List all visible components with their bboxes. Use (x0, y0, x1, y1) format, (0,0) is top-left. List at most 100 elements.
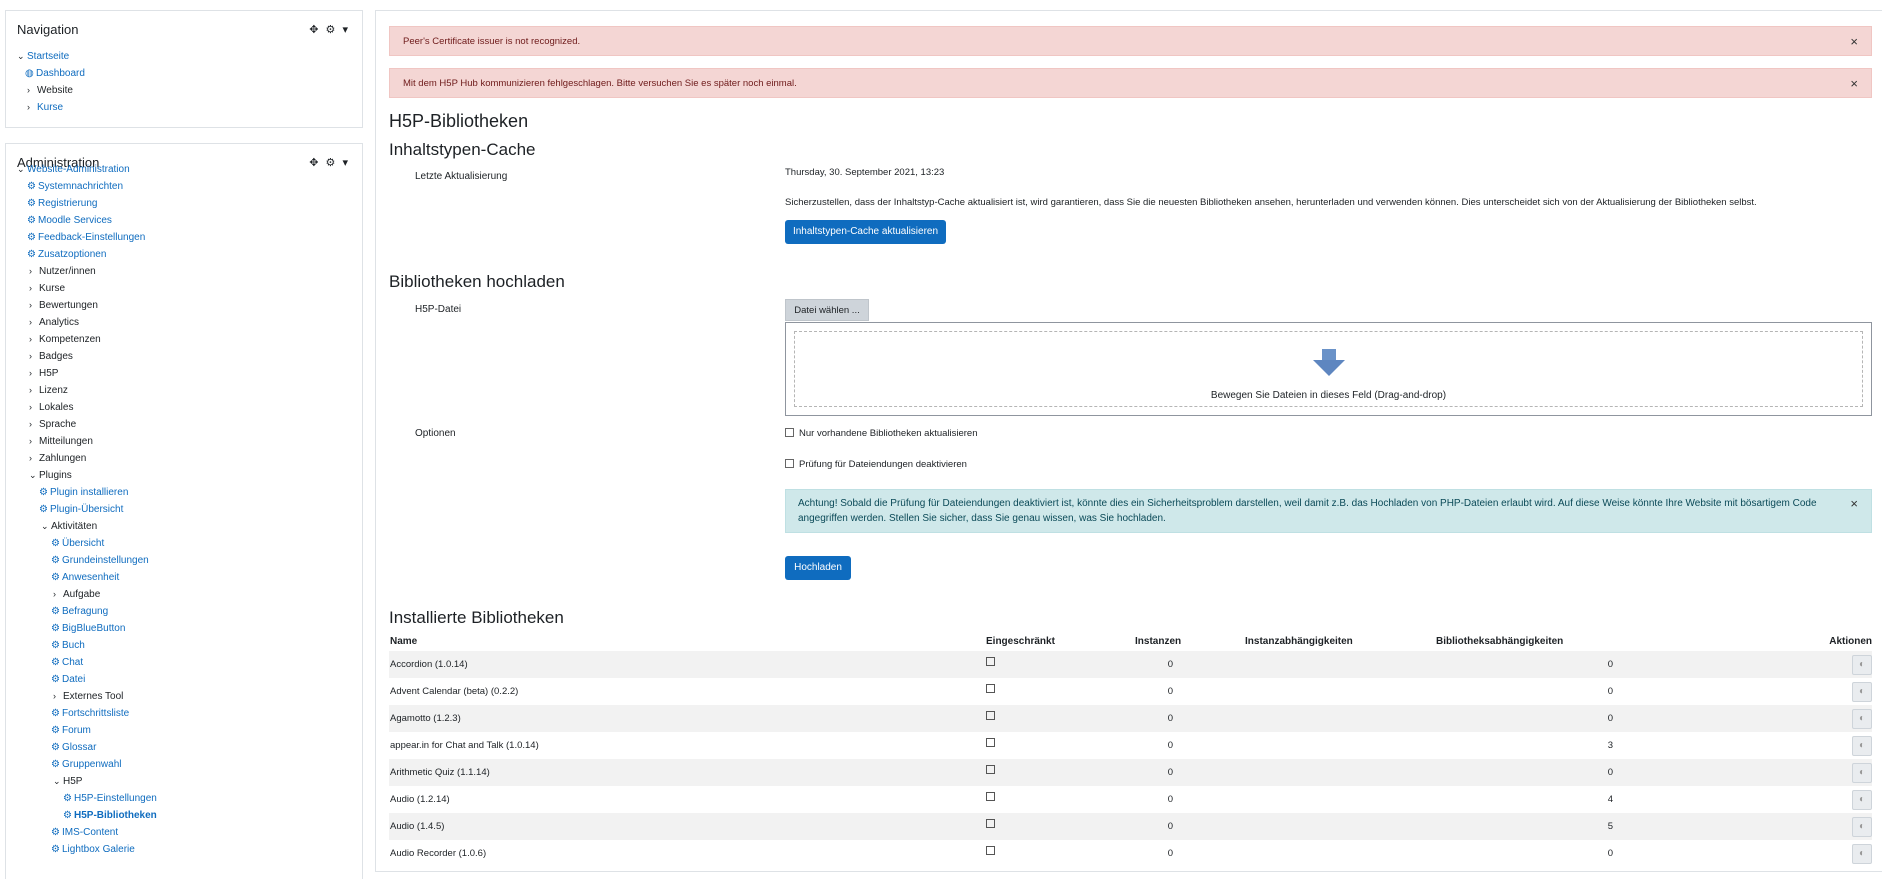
nav-item-dashboard[interactable]: ◍ Dashboard (17, 65, 85, 82)
option-disable-extension-check[interactable]: Prüfung für Dateiendungen deaktivieren (785, 459, 967, 470)
admin-link[interactable]: Forum (62, 725, 91, 736)
admin-link[interactable]: Buch (62, 640, 85, 651)
restricted-checkbox[interactable] (986, 705, 995, 732)
admin-item[interactable]: ⚙ Chat (17, 654, 157, 671)
admin-link[interactable]: Chat (62, 657, 83, 668)
checkbox[interactable] (785, 459, 794, 468)
delete-library-button[interactable]: ◐ (1852, 732, 1872, 759)
admin-item[interactable]: › Zahlungen (17, 450, 157, 467)
choose-file-button[interactable]: Datei wählen ... (785, 299, 869, 321)
admin-item-active[interactable]: ⚙ H5P-Bibliotheken (17, 807, 157, 824)
admin-item[interactable]: ⚙ Grundeinstellungen (17, 552, 157, 569)
admin-item[interactable]: ⚙ Plugin-Übersicht (17, 501, 157, 518)
admin-link[interactable]: Systemnachrichten (38, 181, 123, 192)
admin-item[interactable]: › Kompetenzen (17, 331, 157, 348)
admin-link[interactable]: Plugin installieren (50, 487, 128, 498)
admin-item[interactable]: ⌄ Aktivitäten (17, 518, 157, 535)
admin-item[interactable]: › H5P (17, 365, 157, 382)
admin-item[interactable]: › Nutzer/innen (17, 263, 157, 280)
nav-link[interactable]: Dashboard (36, 68, 85, 79)
admin-item[interactable]: › Mitteilungen (17, 433, 157, 450)
admin-item[interactable]: ⚙ H5P-Einstellungen (17, 790, 157, 807)
admin-item[interactable]: › Bewertungen (17, 297, 157, 314)
delete-library-button[interactable]: ◐ (1852, 759, 1872, 786)
admin-item[interactable]: ⚙ Moodle Services (17, 212, 157, 229)
admin-item[interactable]: ⚙ IMS-Content (17, 824, 157, 841)
admin-item[interactable]: ⚙ Buch (17, 637, 157, 654)
update-cache-button[interactable]: Inhaltstypen-Cache aktualisieren (785, 220, 946, 244)
delete-library-button[interactable]: ◐ (1852, 678, 1872, 705)
admin-item[interactable]: ⚙ Befragung (17, 603, 157, 620)
admin-link[interactable]: Datei (62, 674, 85, 685)
admin-item[interactable]: ⌄ Website-Administration (17, 161, 157, 178)
delete-library-button[interactable]: ◐ (1852, 786, 1872, 813)
admin-item[interactable]: ⚙ Systemnachrichten (17, 178, 157, 195)
admin-item[interactable]: ⚙ Gruppenwahl (17, 756, 157, 773)
admin-item[interactable]: ⚙ Feedback-Einstellungen (17, 229, 157, 246)
admin-item[interactable]: ⚙ Anwesenheit (17, 569, 157, 586)
admin-item[interactable]: ⚙ BigBlueButton (17, 620, 157, 637)
admin-item[interactable]: ⚙ Datei (17, 671, 157, 688)
block-controls-icon[interactable]: ✥ ⚙ ▾ (309, 156, 350, 169)
admin-link[interactable]: Registrierung (38, 198, 97, 209)
admin-link[interactable]: Moodle Services (38, 215, 112, 226)
option-update-existing[interactable]: Nur vorhandene Bibliotheken aktualisiere… (785, 428, 978, 439)
admin-item[interactable]: ⚙ Lightbox Galerie (17, 841, 157, 858)
checkbox[interactable] (785, 428, 794, 437)
admin-link[interactable]: Befragung (62, 606, 108, 617)
delete-library-button[interactable]: ◐ (1852, 813, 1872, 840)
admin-link[interactable]: Zusatzoptionen (38, 249, 106, 260)
admin-link[interactable]: Glossar (62, 742, 96, 753)
delete-library-button[interactable]: ◐ (1852, 651, 1872, 678)
admin-item[interactable]: › Badges (17, 348, 157, 365)
admin-link[interactable]: Feedback-Einstellungen (38, 232, 145, 243)
admin-link[interactable]: Plugin-Übersicht (50, 504, 123, 515)
admin-link[interactable]: IMS-Content (62, 827, 118, 838)
nav-item-startseite[interactable]: ⌄ Startseite (17, 48, 85, 65)
admin-item[interactable]: ⚙ Fortschrittsliste (17, 705, 157, 722)
admin-item[interactable]: › Externes Tool (17, 688, 157, 705)
close-icon[interactable]: × (1850, 496, 1858, 511)
block-controls-icon[interactable]: ✥ ⚙ ▾ (309, 23, 350, 36)
admin-item[interactable]: › Lizenz (17, 382, 157, 399)
close-icon[interactable]: × (1850, 69, 1858, 99)
nav-link[interactable]: Kurse (37, 102, 63, 113)
file-dropzone[interactable]: Bewegen Sie Dateien in dieses Feld (Drag… (785, 322, 1872, 416)
delete-library-button[interactable]: ◐ (1852, 840, 1872, 867)
restricted-checkbox[interactable] (986, 786, 995, 813)
admin-item[interactable]: › Aufgabe (17, 586, 157, 603)
admin-item[interactable]: ⚙ Übersicht (17, 535, 157, 552)
restricted-checkbox[interactable] (986, 759, 995, 786)
admin-link[interactable]: Übersicht (62, 538, 104, 549)
admin-link[interactable]: BigBlueButton (62, 623, 125, 634)
restricted-checkbox[interactable] (986, 651, 995, 678)
admin-link[interactable]: Website-Administration (27, 164, 130, 175)
admin-item[interactable]: ⚙ Glossar (17, 739, 157, 756)
restricted-checkbox[interactable] (986, 732, 995, 759)
admin-item[interactable]: › Lokales (17, 399, 157, 416)
admin-link[interactable]: Lightbox Galerie (62, 844, 135, 855)
admin-link[interactable]: Anwesenheit (62, 572, 119, 583)
admin-item[interactable]: › Sprache (17, 416, 157, 433)
restricted-checkbox[interactable] (986, 813, 995, 840)
admin-item[interactable]: ⚙ Forum (17, 722, 157, 739)
admin-item[interactable]: ⚙ Zusatzoptionen (17, 246, 157, 263)
admin-item[interactable]: › Analytics (17, 314, 157, 331)
nav-item-kurse[interactable]: › Kurse (17, 99, 85, 116)
nav-link[interactable]: Startseite (27, 51, 69, 62)
upload-button[interactable]: Hochladen (785, 556, 851, 580)
admin-item[interactable]: ⚙ Registrierung (17, 195, 157, 212)
admin-link[interactable]: H5P-Bibliotheken (74, 810, 157, 821)
restricted-checkbox[interactable] (986, 678, 995, 705)
nav-item-website[interactable]: › Website (17, 82, 85, 99)
admin-item[interactable]: ⚙ Plugin installieren (17, 484, 157, 501)
admin-item[interactable]: ⌄ H5P (17, 773, 157, 790)
admin-item[interactable]: › Kurse (17, 280, 157, 297)
admin-link[interactable]: Fortschrittsliste (62, 708, 129, 719)
delete-library-button[interactable]: ◐ (1852, 705, 1872, 732)
restricted-checkbox[interactable] (986, 840, 995, 867)
close-icon[interactable]: × (1850, 27, 1858, 57)
admin-link[interactable]: Gruppenwahl (62, 759, 121, 770)
admin-link[interactable]: H5P-Einstellungen (74, 793, 157, 804)
admin-item[interactable]: ⌄ Plugins (17, 467, 157, 484)
